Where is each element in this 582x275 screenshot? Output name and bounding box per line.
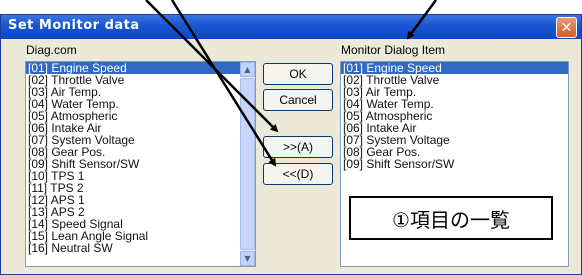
arrow-to-right-list [406, 0, 438, 40]
item-list-callout: ①項目の一覧 [349, 196, 553, 240]
arrow-to-remove-button [170, 0, 277, 167]
